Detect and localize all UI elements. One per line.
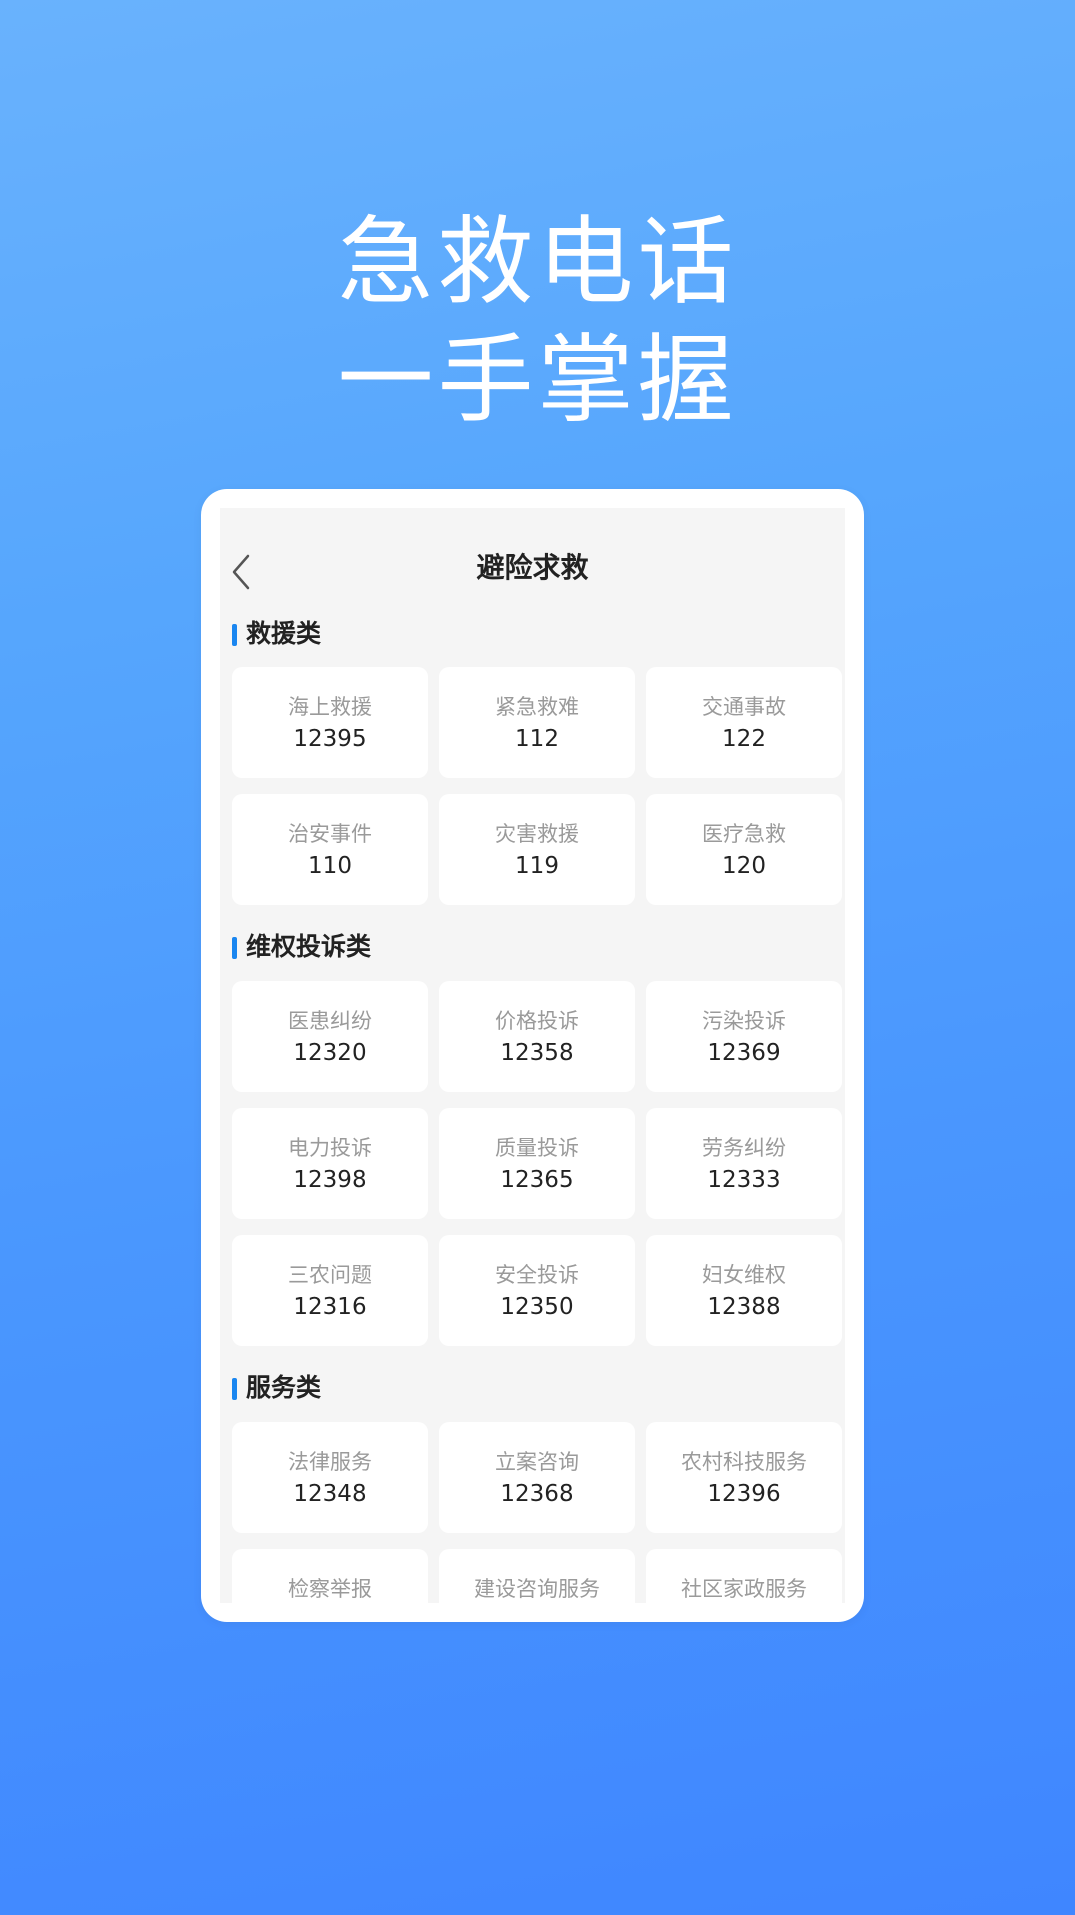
hotline-tile[interactable]: 污染投诉 12369 [646, 981, 842, 1092]
hotline-label: 农村科技服务 [681, 1450, 807, 1474]
rescue-grid: 海上救援 12395 紧急救难 112 交通事故 122 治安事件 110 灾害救援 11… [232, 667, 843, 905]
hotline-number: 12358 [500, 1040, 574, 1066]
hotline-number: 12316 [293, 1294, 367, 1320]
hotline-label: 医疗急救 [702, 822, 786, 846]
app-screen: 避险求救 救援类 海上救援 12395 紧急救难 112 交通事故 122 治安事件 1… [220, 508, 845, 1603]
hotline-tile[interactable]: 建设咨询服务 [439, 1549, 635, 1603]
hotline-label: 法律服务 [288, 1450, 372, 1474]
hotline-tile[interactable]: 社区家政服务 [646, 1549, 842, 1603]
hotline-label: 安全投诉 [495, 1263, 579, 1287]
hotline-label: 治安事件 [288, 822, 372, 846]
section-title-text: 服务类 [246, 1373, 322, 1402]
section-accent-bar [232, 624, 237, 646]
hotline-tile[interactable]: 安全投诉 12350 [439, 1235, 635, 1346]
section-title-text: 维权投诉类 [246, 932, 372, 961]
promo-headline-line1: 急救电话 [337, 206, 738, 318]
hotline-label: 电力投诉 [288, 1136, 372, 1160]
hotline-tile[interactable]: 劳务纠纷 12333 [646, 1108, 842, 1219]
hotline-label: 检察举报 [288, 1577, 372, 1601]
section-title-services: 服务类 [232, 1370, 321, 1406]
section-title-complaints: 维权投诉类 [232, 929, 371, 965]
hotline-tile[interactable]: 医疗急救 120 [646, 794, 842, 905]
hotline-label: 三农问题 [288, 1263, 372, 1287]
hotline-label: 建设咨询服务 [474, 1577, 600, 1601]
hotline-label: 立案咨询 [495, 1450, 579, 1474]
hotline-number: 12396 [707, 1481, 781, 1507]
complaints-grid: 医患纠纷 12320 价格投诉 12358 污染投诉 12369 电力投诉 12398 … [232, 981, 843, 1346]
hotline-label: 灾害救援 [495, 822, 579, 846]
hotline-number: 12348 [293, 1481, 367, 1507]
hotline-tile[interactable]: 电力投诉 12398 [232, 1108, 428, 1219]
hotline-number: 12320 [293, 1040, 367, 1066]
hotline-tile[interactable]: 检察举报 [232, 1549, 428, 1603]
hotline-number: 12398 [293, 1167, 367, 1193]
hotline-tile[interactable]: 海上救援 12395 [232, 667, 428, 778]
hotline-tile[interactable]: 三农问题 12316 [232, 1235, 428, 1346]
hotline-label: 劳务纠纷 [702, 1136, 786, 1160]
hotline-number: 12350 [500, 1294, 574, 1320]
hotline-label: 社区家政服务 [681, 1577, 807, 1601]
hotline-tile[interactable]: 交通事故 122 [646, 667, 842, 778]
hotline-label: 医患纠纷 [288, 1009, 372, 1033]
hotline-tile[interactable]: 治安事件 110 [232, 794, 428, 905]
hotline-number: 112 [515, 726, 559, 752]
hotline-number: 110 [308, 853, 352, 879]
hotline-number: 12388 [707, 1294, 781, 1320]
hotline-number: 120 [722, 853, 766, 879]
hotline-tile[interactable]: 立案咨询 12368 [439, 1422, 635, 1533]
hotline-tile[interactable]: 医患纠纷 12320 [232, 981, 428, 1092]
nav-bar: 避险求救 [220, 508, 845, 628]
hotline-number: 12368 [500, 1481, 574, 1507]
section-title-rescue: 救援类 [232, 616, 321, 652]
hotline-tile[interactable]: 价格投诉 12358 [439, 981, 635, 1092]
phone-frame: 避险求救 救援类 海上救援 12395 紧急救难 112 交通事故 122 治安事件 1… [201, 489, 864, 1622]
hotline-tile[interactable]: 紧急救难 112 [439, 667, 635, 778]
promo-headline-line2: 一手掌握 [337, 324, 738, 436]
hotline-number: 12395 [293, 726, 367, 752]
hotline-number: 12365 [500, 1167, 574, 1193]
hotline-label: 交通事故 [702, 695, 786, 719]
section-title-text: 救援类 [246, 619, 322, 648]
hotline-tile[interactable]: 法律服务 12348 [232, 1422, 428, 1533]
hotline-label: 质量投诉 [495, 1136, 579, 1160]
hotline-number: 12333 [707, 1167, 781, 1193]
hotline-tile[interactable]: 灾害救援 119 [439, 794, 635, 905]
section-accent-bar [232, 937, 237, 959]
hotline-label: 污染投诉 [702, 1009, 786, 1033]
hotline-tile[interactable]: 农村科技服务 12396 [646, 1422, 842, 1533]
hotline-tile[interactable]: 妇女维权 12388 [646, 1235, 842, 1346]
section-accent-bar [232, 1378, 237, 1400]
hotline-number: 119 [515, 853, 559, 879]
hotline-number: 122 [722, 726, 766, 752]
hotline-tile[interactable]: 质量投诉 12365 [439, 1108, 635, 1219]
hotline-label: 妇女维权 [702, 1263, 786, 1287]
services-grid: 法律服务 12348 立案咨询 12368 农村科技服务 12396 检察举报 建设咨… [232, 1422, 843, 1603]
hotline-label: 价格投诉 [495, 1009, 579, 1033]
page-title: 避险求救 [476, 551, 589, 584]
hotline-number: 12369 [707, 1040, 781, 1066]
hotline-label: 紧急救难 [495, 695, 579, 719]
hotline-label: 海上救援 [288, 695, 372, 719]
